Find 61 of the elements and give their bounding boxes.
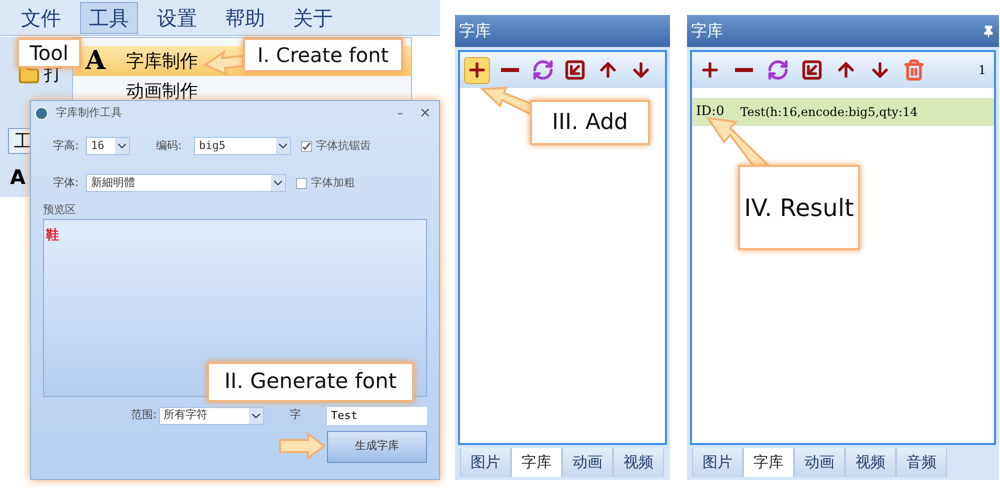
field-label: 范围: [131, 407, 158, 424]
panel-title: 字库 [459, 20, 491, 42]
dropdown-field[interactable]: 所有字符 [158, 406, 264, 424]
refresh-icon [532, 59, 554, 81]
menu-entry-label: 字库制作 [126, 50, 198, 74]
callout-tooltip: Tool [17, 38, 81, 68]
pin-icon[interactable] [982, 24, 995, 38]
dropdown-field[interactable]: 16 [86, 137, 130, 155]
checkbox[interactable] [296, 178, 307, 188]
app-icon [35, 106, 48, 120]
callout-tooltip: II. Generate font [207, 362, 414, 402]
letter-icon: A [10, 162, 26, 192]
row-id: ID:0 [696, 103, 724, 122]
menu-item[interactable]: 设置 [148, 2, 206, 34]
tab[interactable]: 图片 [460, 448, 511, 477]
refresh-icon [766, 59, 788, 81]
input-field[interactable]: Test [327, 406, 427, 424]
tab[interactable]: 视频 [845, 448, 896, 477]
remove-icon [734, 68, 752, 72]
field-label: 字高: [53, 138, 80, 154]
row-text: Test(h:16,encode:big5,qty:14 [740, 104, 918, 121]
minimize-button[interactable]: – [393, 104, 408, 122]
tab[interactable]: 图片 [692, 448, 743, 477]
callout-tooltip: III. Add [530, 100, 650, 145]
checkbox-label: 字体加粗 [311, 174, 355, 191]
tab-label: 工 [14, 130, 32, 154]
menu-item[interactable]: 关于 [284, 2, 342, 34]
tab[interactable]: 动画 [562, 448, 613, 477]
tab[interactable]: 字库 [743, 448, 794, 477]
menu-item[interactable]: 工具 [80, 2, 138, 34]
generate-button[interactable]: 生成字库 [327, 430, 427, 462]
field-label: 字 [290, 407, 302, 424]
checkbox[interactable] [301, 140, 312, 152]
callout-tooltip: I. Create font [243, 38, 403, 72]
dropdown-field[interactable]: big5 [194, 137, 291, 155]
dropdown-field[interactable]: 新細明體 [86, 174, 286, 192]
export-icon [800, 59, 822, 81]
callout-tooltip: IV. Result [738, 165, 860, 250]
preview-glyph: 鞋 [46, 228, 59, 242]
callout-arrow [279, 432, 326, 460]
field-label: 编码: [156, 138, 183, 154]
checkbox-label: 字体抗锯齿 [316, 138, 371, 154]
toolbar-button[interactable] [464, 56, 490, 84]
menu-entry-label: 动画制作 [126, 80, 198, 104]
tab[interactable]: 字库 [511, 448, 562, 477]
trash-icon [902, 59, 924, 81]
panel-title: 字库 [691, 20, 723, 42]
close-button[interactable]: × [415, 102, 435, 124]
field-label: 字体: [53, 174, 80, 191]
tab[interactable]: 动画 [794, 448, 845, 477]
callout-arrow [202, 50, 244, 76]
section-label: 预览区 [43, 202, 77, 218]
menu-item[interactable]: 帮助 [216, 2, 274, 34]
menu-item[interactable]: 文件 [12, 2, 70, 34]
list-row[interactable]: ID:0 Test(h:16,encode:big5,qty:14 [692, 98, 994, 126]
item-count: 1 [978, 62, 987, 79]
tab[interactable]: 视频 [613, 448, 664, 477]
remove-icon [500, 68, 519, 72]
export-icon [564, 59, 586, 81]
tab[interactable]: 音频 [896, 448, 947, 477]
dialog-title: 字库制作工具 [56, 104, 123, 121]
